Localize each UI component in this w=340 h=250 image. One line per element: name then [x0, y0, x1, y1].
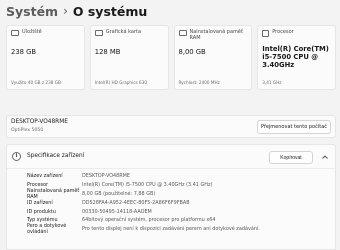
rename-pc-button[interactable]: Přejmenovat tento počítač — [257, 120, 331, 134]
device-specs-title: Specifikace zařízení — [27, 153, 85, 159]
card-value: 128 MB — [94, 48, 121, 56]
card-label: Uložiště — [22, 29, 42, 35]
breadcrumb: Systém › O systému — [6, 2, 147, 20]
graphics-card-icon — [94, 30, 103, 36]
copy-button[interactable]: Kopírovat — [269, 151, 313, 164]
device-specs-panel: i Specifikace zařízení Kopírovat Název z… — [6, 144, 336, 250]
card-sub: 3,41 GHz — [262, 80, 282, 85]
card-sub: Využito 40 GB z 238 GB — [11, 80, 61, 85]
table-row: ID zařízení DD528FA4-A952-4EEC-80F5-2A86… — [27, 198, 260, 207]
device-name: DESKTOP-VO48RME — [11, 119, 68, 125]
device-panel: DESKTOP-VO48RME OptiPlex 5050 Přejmenova… — [6, 115, 336, 138]
ram-icon — [178, 30, 187, 36]
processor-icon — [262, 30, 270, 37]
spec-label: ID produktu — [27, 208, 56, 215]
card-sub: Intel(R) HD Graphics 630 — [94, 80, 148, 85]
spec-label: ID zařízení — [27, 199, 53, 206]
spec-label: Nainstalovaná paměť RAM — [27, 188, 80, 200]
spec-value: DD528FA4-A952-4EEC-80F5-2A86F6F9FBAB — [82, 199, 190, 206]
spec-label: Název zařízení — [27, 173, 63, 180]
spec-rows: Název zařízení DESKTOP-VO48RME Procesor … — [27, 172, 260, 236]
card-graphics[interactable]: Grafická karta 128 MB Intel(R) HD Graphi… — [89, 25, 169, 90]
device-model: OptiPlex 5050 — [11, 128, 44, 133]
card-value: 238 GB — [11, 48, 37, 56]
spec-value: 00330-50495-14118-AAOEM — [82, 208, 152, 215]
table-row: Název zařízení DESKTOP-VO48RME — [27, 172, 260, 181]
card-value: 8,00 GB — [178, 48, 206, 56]
summary-cards: Uložiště 238 GB Využito 40 GB z 238 GB G… — [6, 25, 336, 90]
info-icon: i — [12, 152, 21, 161]
spec-label: Pero a dotykové ovládání — [27, 223, 67, 236]
card-label: Procesor — [272, 29, 294, 35]
card-label: Nainstalovaná paměť RAM — [189, 29, 243, 41]
card-storage[interactable]: Uložiště 238 GB Využito 40 GB z 238 GB — [6, 25, 85, 90]
storage-icon — [11, 30, 19, 36]
device-specs-header[interactable]: i Specifikace zařízení Kopírovat — [7, 145, 335, 169]
card-value: Intel(R) Core(TM) i5-7500 CPU @ 3.40GHz — [262, 45, 329, 69]
spec-value: Pro tento displej není k dispozici zadáv… — [82, 226, 260, 233]
breadcrumb-parent-system[interactable]: Systém — [6, 4, 58, 19]
table-row: Nainstalovaná paměť RAM 8,00 GB (použite… — [27, 188, 260, 200]
spec-value: 8,00 GB (použitelné: 7,88 GB) — [82, 190, 156, 197]
card-sub: Rychlost: 2400 MHz — [178, 80, 220, 85]
card-ram[interactable]: Nainstalovaná paměť RAM 8,00 GB Rychlost… — [173, 25, 253, 90]
page-title: O systému — [72, 3, 148, 19]
chevron-up-icon[interactable] — [321, 153, 329, 161]
table-row: ID produktu 00330-50495-14118-AAOEM — [27, 207, 260, 216]
card-processor[interactable]: Procesor Intel(R) Core(TM) i5-7500 CPU @… — [257, 25, 336, 90]
card-label: Grafická karta — [105, 29, 142, 35]
spec-value: Intel(R) Core(TM) i5-7500 CPU @ 3.40GHz … — [82, 182, 213, 189]
breadcrumb-chevron-icon: › — [63, 4, 68, 18]
spec-value: 64bitový operační systém, procesor pro p… — [82, 217, 216, 224]
spec-value: DESKTOP-VO48RME — [82, 173, 130, 180]
table-row: Pero a dotykové ovládání Pro tento displ… — [27, 223, 260, 236]
